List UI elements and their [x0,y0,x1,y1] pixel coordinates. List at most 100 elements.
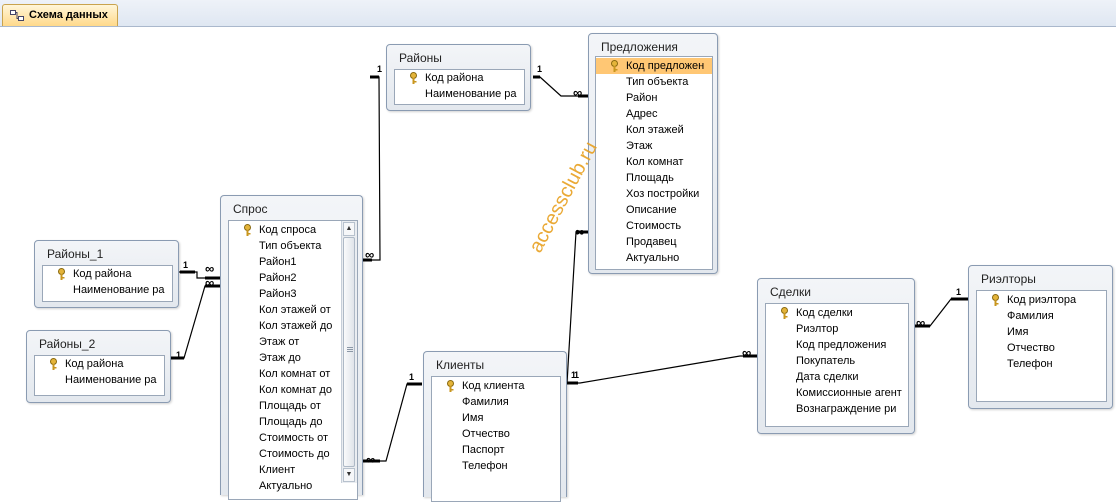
field-row[interactable]: Фамилия [432,394,560,410]
field-name: Наименование ра [65,374,157,386]
vertical-scrollbar[interactable]: ▲ ▼ [341,221,357,483]
field-row[interactable]: Кол комнат до [229,382,357,398]
table-klienty[interactable]: Клиенты Код клиента Фамилия Имя Отчество… [423,351,567,502]
field-row[interactable]: Адрес [596,106,712,122]
field-row[interactable]: Код клиента [432,378,560,394]
cardinality-many: ∞ [205,261,215,276]
field-row[interactable]: Район3 [229,286,357,302]
document-tab-bar: Схема данных [0,0,1116,27]
field-name: Телефон [462,460,508,472]
field-row[interactable]: Хоз постройки [596,186,712,202]
field-name: Клиент [259,464,296,476]
table-sdelki[interactable]: Сделки Код сделки Риэлтор Код предложени… [757,278,915,434]
field-row[interactable]: Описание [596,202,712,218]
cardinality-many: ∞ [742,345,752,360]
field-name: Отчество [1007,342,1055,354]
field-name: Вознаграждение ри [796,403,897,415]
field-row[interactable]: Вознаграждение ри [766,401,908,417]
field-name: Риэлтор [796,323,839,335]
field-row[interactable]: Покупатель [766,353,908,369]
field-row[interactable]: Код района [43,266,172,282]
field-row[interactable]: Кол этажей до [229,318,357,334]
field-list[interactable]: Код предложен Тип объекта Район Адрес Ко… [595,56,713,270]
field-row[interactable]: Кол этажей [596,122,712,138]
field-row[interactable]: Площадь до [229,414,357,430]
field-row[interactable]: Этаж до [229,350,357,366]
field-row[interactable]: Код спроса [229,222,357,238]
field-list[interactable]: Код сделки Риэлтор Код предложения Покуп… [765,303,909,427]
field-name: Этаж [626,140,653,152]
field-row[interactable]: Код предложен [596,58,712,74]
relationship-diagram-icon [10,10,24,21]
tab-schema[interactable]: Схема данных [2,4,118,26]
scroll-down-button[interactable]: ▼ [343,468,355,482]
field-row[interactable]: Клиент [229,462,357,478]
field-name: Комиссионные агент [796,387,902,399]
table-rayony[interactable]: Районы Код района Наименование ра [386,44,531,111]
field-row[interactable]: Стоимость до [229,446,357,462]
field-row[interactable]: Имя [432,410,560,426]
field-row[interactable]: Актуально [229,478,357,494]
field-row[interactable]: Телефон [432,458,560,474]
field-list[interactable]: Код спроса Тип объекта Район1 Район2 Рай… [228,220,358,500]
table-spros[interactable]: Спрос Код спроса Тип объекта Район1 Райо… [220,195,363,500]
field-row[interactable]: Дата сделки [766,369,908,385]
field-row[interactable]: Кол этажей от [229,302,357,318]
field-row[interactable]: Телефон [977,356,1106,372]
field-list[interactable]: Код риэлтора Фамилия Имя Отчество Телефо… [976,290,1107,402]
field-name: Код предложения [796,339,887,351]
field-row[interactable]: Площадь от [229,398,357,414]
field-row[interactable]: Актуально [596,250,712,266]
field-row[interactable]: Имя [977,324,1106,340]
field-list[interactable]: Код района Наименование ра [394,69,525,105]
field-row[interactable]: Тип объекта [596,74,712,90]
field-row[interactable]: Стоимость [596,218,712,234]
field-name: Описание [626,204,677,216]
field-name: Код предложен [626,60,705,72]
field-row[interactable]: Этаж от [229,334,357,350]
field-name: Имя [462,412,484,424]
field-row[interactable]: Код района [395,70,524,86]
field-row[interactable]: Паспорт [432,442,560,458]
scroll-up-button[interactable]: ▲ [343,222,355,236]
relationship-canvas[interactable]: 1 1 ∞ ∞ 1 ∞ ∞ 1 ∞ 1 1 1 ∞ ∞ ∞ 1 Районы К… [0,27,1116,502]
field-name: Стоимость от [259,432,329,444]
cardinality-many: ∞ [916,315,926,330]
field-row[interactable]: Код сделки [766,305,908,321]
field-list[interactable]: Код клиента Фамилия Имя Отчество Паспорт… [431,376,561,502]
scrollbar-thumb[interactable] [343,237,355,467]
field-row[interactable]: Продавец [596,234,712,250]
field-list[interactable]: Код района Наименование ра [42,265,173,302]
field-row[interactable]: Этаж [596,138,712,154]
field-row[interactable]: Отчество [977,340,1106,356]
table-rayony-1[interactable]: Районы_1 Код района Наименование ра [34,240,179,308]
field-row[interactable]: Наименование ра [43,282,172,298]
field-row[interactable]: Район1 [229,254,357,270]
field-row[interactable]: Фамилия [977,308,1106,324]
table-predlozheniya[interactable]: Предложения Код предложен Тип объекта Ра… [588,33,718,274]
field-row[interactable]: Риэлтор [766,321,908,337]
field-row[interactable]: Наименование ра [395,86,524,102]
field-row[interactable]: Код предложения [766,337,908,353]
field-row[interactable]: Стоимость от [229,430,357,446]
field-name: Код района [73,268,132,280]
field-name: Адрес [626,108,658,120]
field-row[interactable]: Кол комнат [596,154,712,170]
table-rayony-2[interactable]: Районы_2 Код района Наименование ра [26,330,171,403]
field-row[interactable]: Площадь [596,170,712,186]
field-row[interactable]: Код района [35,356,164,372]
field-row[interactable]: Район [596,90,712,106]
field-row[interactable]: Комиссионные агент [766,385,908,401]
field-name: Актуально [259,480,313,492]
field-row[interactable]: Тип объекта [229,238,357,254]
field-row[interactable]: Район2 [229,270,357,286]
field-row[interactable]: Код риэлтора [977,292,1106,308]
tab-title: Схема данных [29,9,108,21]
field-row[interactable]: Наименование ра [35,372,164,388]
field-name: Кол комнат от [259,368,331,380]
field-list[interactable]: Код района Наименование ра [34,355,165,396]
field-row[interactable]: Отчество [432,426,560,442]
cardinality-many: ∞ [575,224,585,239]
table-rieltory[interactable]: Риэлторы Код риэлтора Фамилия Имя Отчест… [968,265,1113,409]
field-row[interactable]: Кол комнат от [229,366,357,382]
